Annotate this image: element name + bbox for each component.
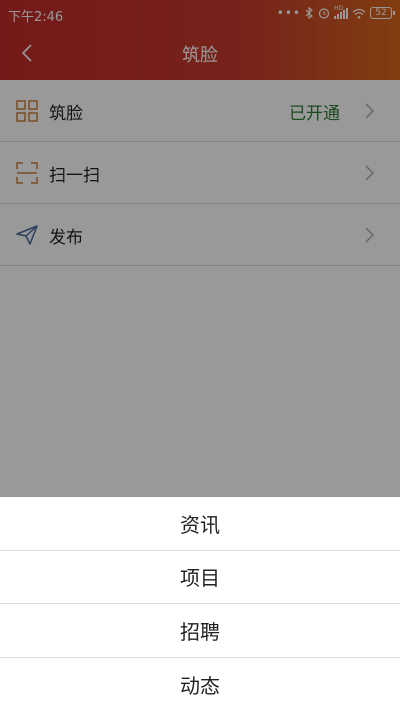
action-sheet-option-moments[interactable]: 动态 <box>0 658 400 711</box>
action-sheet-option-news[interactable]: 资讯 <box>0 497 400 551</box>
action-sheet-option-project[interactable]: 项目 <box>0 551 400 604</box>
action-sheet-option-recruit[interactable]: 招聘 <box>0 604 400 658</box>
action-sheet: 资讯 项目 招聘 动态 <box>0 497 400 711</box>
